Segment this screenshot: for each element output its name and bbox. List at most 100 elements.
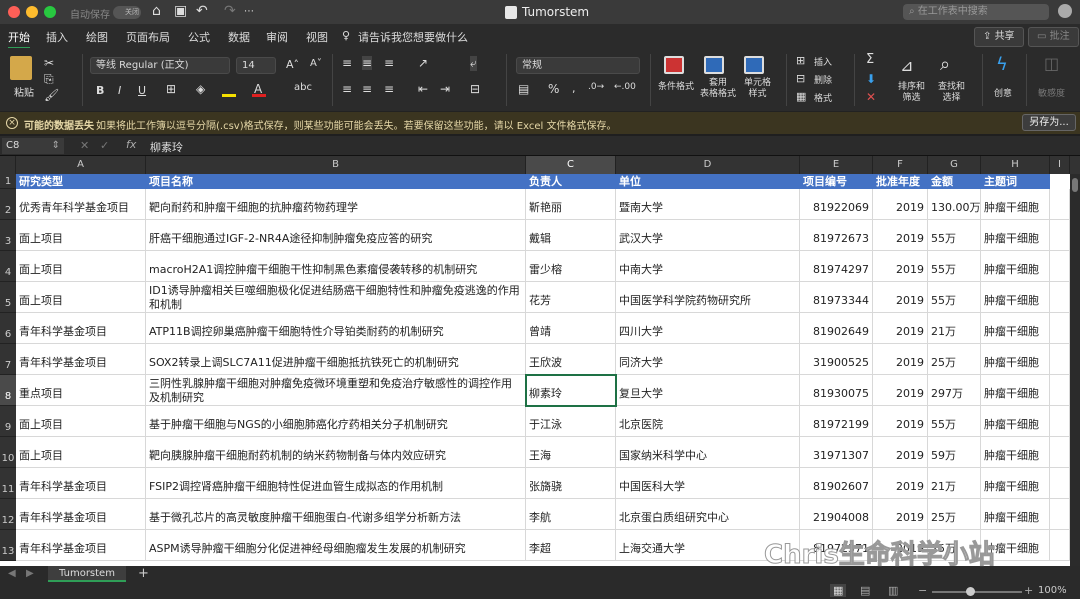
table-cell[interactable]: 31971307	[800, 437, 873, 468]
select-all-corner[interactable]	[0, 156, 16, 174]
table-cell[interactable]: 2019	[873, 189, 928, 220]
table-cell[interactable]: 青年科学基金项目	[16, 344, 146, 375]
table-cell[interactable]: 81972199	[800, 406, 873, 437]
table-cell[interactable]: 肿瘤干细胞	[981, 406, 1050, 437]
vertical-scrollbar[interactable]	[1070, 174, 1080, 566]
page-layout-view-icon[interactable]: ▤	[860, 584, 870, 597]
comment-button[interactable]: ▭ 批注	[1028, 27, 1079, 47]
table-cell[interactable]: 中国医学科学院药物研究所	[616, 282, 800, 313]
table-cell[interactable]: 55万	[928, 251, 981, 282]
table-cell[interactable]: 李航	[526, 499, 616, 530]
cancel-formula-icon[interactable]: ✕	[80, 139, 89, 152]
header-cell[interactable]: 负责人	[526, 174, 616, 189]
table-cell[interactable]: 戴辑	[526, 220, 616, 251]
autosave-toggle[interactable]: 关闭	[113, 6, 141, 19]
table-cell[interactable]: 肿瘤干细胞	[981, 220, 1050, 251]
decrease-decimal-icon[interactable]: ←.00	[614, 82, 636, 92]
table-cell[interactable]: 面上项目	[16, 437, 146, 468]
home-icon[interactable]: ⌂	[152, 3, 161, 19]
minimize-window-button[interactable]	[26, 6, 38, 18]
column-header[interactable]: A	[16, 156, 146, 174]
row-header[interactable]: 8	[0, 375, 16, 406]
table-cell[interactable]: 肿瘤干细胞	[981, 282, 1050, 313]
delete-cells-label[interactable]: 删除	[814, 73, 832, 86]
confirm-formula-icon[interactable]: ✓	[100, 139, 109, 152]
row-header[interactable]: 6	[0, 313, 16, 344]
table-cell[interactable]: 2019	[873, 282, 928, 313]
orientation-icon[interactable]: ↗	[418, 56, 428, 70]
borders-icon[interactable]: ⊞	[166, 82, 176, 96]
table-cell[interactable]: 2019	[873, 499, 928, 530]
clear-icon[interactable]: ✕	[866, 90, 876, 104]
row-header[interactable]: 7	[0, 344, 16, 375]
comma-style-icon[interactable]: ,	[572, 82, 576, 95]
table-cell[interactable]: 81902649	[800, 313, 873, 344]
row-header[interactable]: 10	[0, 437, 16, 468]
table-cell[interactable]: 2019	[873, 406, 928, 437]
table-cell[interactable]: 130.00万	[928, 189, 981, 220]
table-cell[interactable]	[1050, 468, 1070, 499]
table-cell[interactable]: 21904008	[800, 499, 873, 530]
table-cell[interactable]: 2019	[873, 313, 928, 344]
table-cell[interactable]: 25万	[928, 344, 981, 375]
table-cell[interactable]: 2019	[873, 375, 928, 406]
table-cell[interactable]: 青年科学基金项目	[16, 530, 146, 561]
table-cell[interactable]: 中国医科大学	[616, 468, 800, 499]
table-cell[interactable]: 21万	[928, 313, 981, 344]
row-header[interactable]: 2	[0, 189, 16, 220]
table-cell[interactable]: 靶向胰腺肿瘤干细胞耐药机制的纳米药物制备与体内效应研究	[146, 437, 526, 468]
prev-sheet-icon[interactable]: ◀	[8, 568, 16, 579]
table-cell[interactable]: 复旦大学	[616, 375, 800, 406]
undo-icon[interactable]: ↶	[196, 3, 208, 19]
table-cell[interactable]: 青年科学基金项目	[16, 468, 146, 499]
table-cell[interactable]	[1050, 499, 1070, 530]
table-cell[interactable]: 2019	[873, 437, 928, 468]
column-header[interactable]: H	[981, 156, 1050, 174]
table-cell[interactable]: FSIP2调控肾癌肿瘤干细胞特性促进血管生成拟态的作用机制	[146, 468, 526, 499]
column-header[interactable]: I	[1050, 156, 1070, 174]
table-cell[interactable]: 青年科学基金项目	[16, 499, 146, 530]
format-table-icon[interactable]	[704, 56, 724, 74]
table-cell[interactable]: 于江泳	[526, 406, 616, 437]
table-cell[interactable]: 李超	[526, 530, 616, 561]
save-icon[interactable]: ▣	[174, 3, 187, 19]
table-cell[interactable]	[1050, 220, 1070, 251]
header-cell[interactable]: 金额	[928, 174, 981, 189]
format-cells-label[interactable]: 格式	[814, 91, 832, 104]
zoom-slider[interactable]	[932, 591, 1022, 593]
scrollbar-thumb[interactable]	[1072, 178, 1078, 192]
table-cell[interactable]	[1050, 437, 1070, 468]
search-sheet-input[interactable]: ⌕ 在工作表中搜索	[903, 4, 1049, 20]
align-bottom-icon[interactable]: ≡	[384, 56, 394, 70]
bold-icon[interactable]: B	[96, 84, 104, 97]
table-cell[interactable]: 曾靖	[526, 313, 616, 344]
customize-toolbar-icon[interactable]: ⋯	[244, 6, 254, 17]
column-header[interactable]: D	[616, 156, 800, 174]
table-cell[interactable]: macroH2A1调控肿瘤干细胞干性抑制黑色素瘤侵袭转移的机制研究	[146, 251, 526, 282]
table-cell[interactable]: ATP11B调控卵巢癌肿瘤干细胞特性介导铂类耐药的机制研究	[146, 313, 526, 344]
tab-draw[interactable]: 绘图	[86, 29, 108, 45]
insert-cells-icon[interactable]: ⊞	[796, 54, 805, 67]
table-cell[interactable]: 武汉大学	[616, 220, 800, 251]
zoom-out-icon[interactable]: −	[918, 584, 927, 597]
table-cell[interactable]: 81902607	[800, 468, 873, 499]
close-warning-icon[interactable]: ×	[6, 117, 18, 129]
decrease-font-icon[interactable]: A˅	[310, 58, 322, 69]
table-cell[interactable]: 2019	[873, 251, 928, 282]
table-cell[interactable]: 国家纳米科学中心	[616, 437, 800, 468]
tab-insert[interactable]: 插入	[46, 29, 68, 45]
table-cell[interactable]: 81930075	[800, 375, 873, 406]
table-cell[interactable]: 2019	[873, 468, 928, 499]
account-icon[interactable]	[1058, 4, 1072, 18]
italic-icon[interactable]: I	[118, 84, 121, 97]
table-cell[interactable]: 肿瘤干细胞	[981, 499, 1050, 530]
table-cell[interactable]: 肿瘤干细胞	[981, 437, 1050, 468]
spreadsheet-grid[interactable]: ABCDEFGHI 1 研究类型 项目名称 负责人 单位 项目编号 批准年度 金额 主题词 2 优秀…	[0, 156, 1080, 566]
table-cell[interactable]: ASPM诱导肿瘤干细胞分化促进神经母细胞瘤发生发展的机制研究	[146, 530, 526, 561]
table-cell[interactable]: 北京医院	[616, 406, 800, 437]
function-icon[interactable]: fx	[126, 138, 136, 151]
table-cell[interactable]: 同济大学	[616, 344, 800, 375]
table-cell[interactable]	[1050, 375, 1070, 406]
table-cell[interactable]: 优秀青年科学基金项目	[16, 189, 146, 220]
header-cell[interactable]: 单位	[616, 174, 800, 189]
